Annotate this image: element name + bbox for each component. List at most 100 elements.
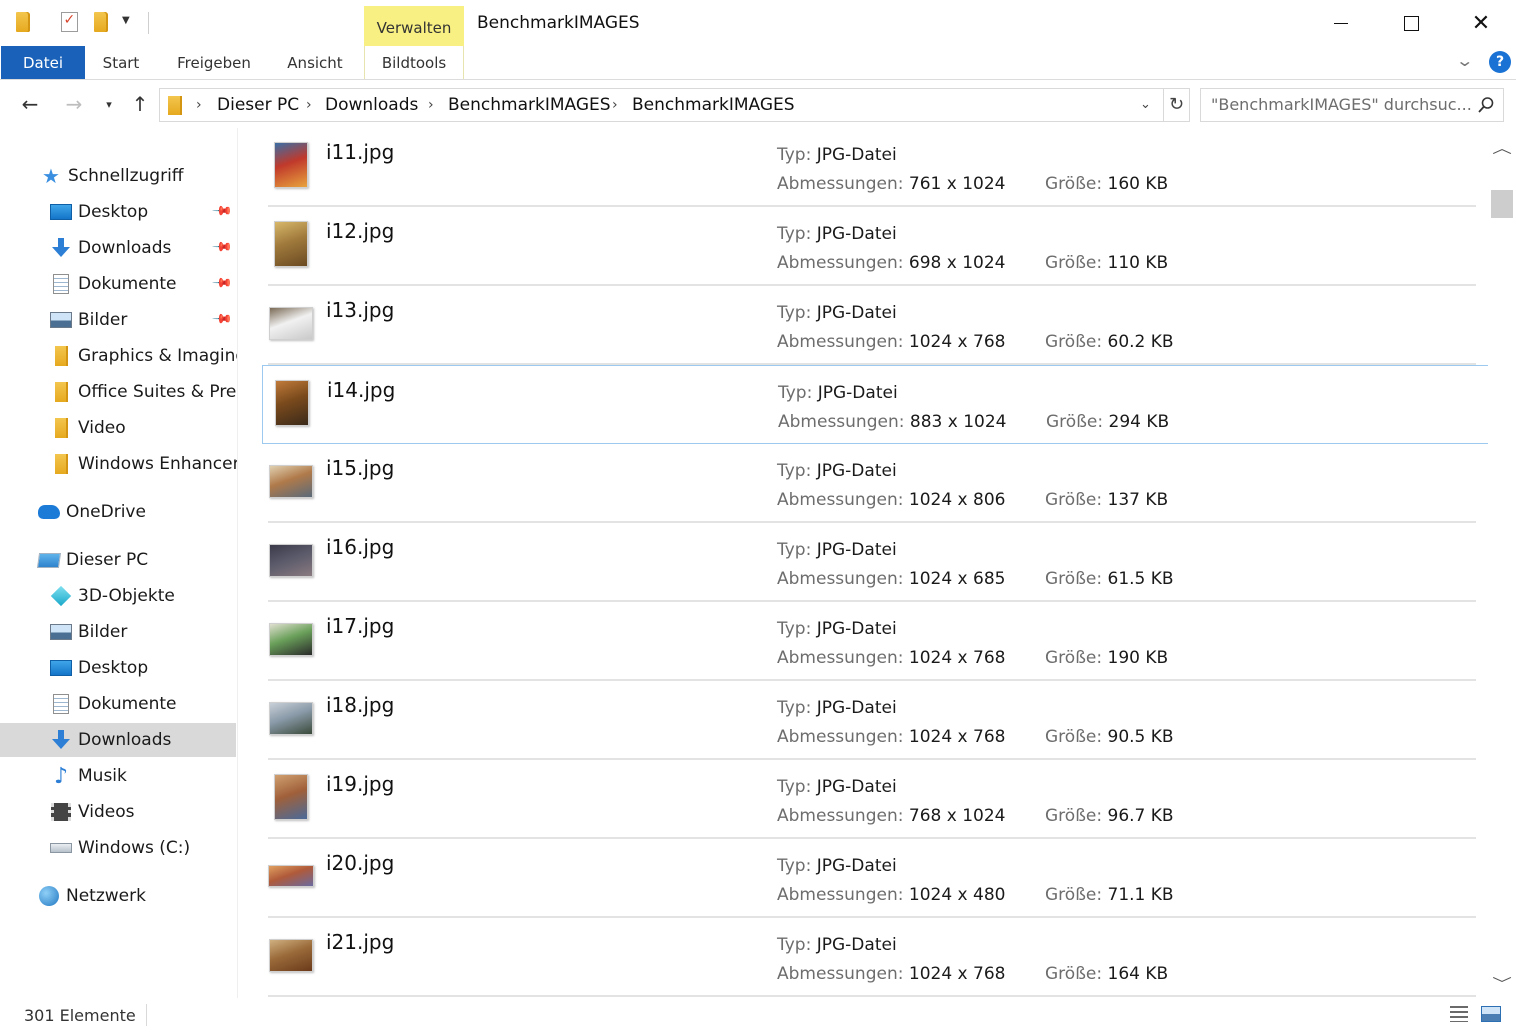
tree-item-this-pc[interactable]: Dieser PC xyxy=(0,543,236,577)
file-thumbnail xyxy=(268,300,314,346)
tree-item-pc-documents[interactable]: Dokumente xyxy=(0,687,236,721)
maximize-button[interactable] xyxy=(1376,0,1446,46)
tree-item-label: Schnellzugriff xyxy=(68,166,184,186)
tree-item-office-suites[interactable]: Office Suites & Pres xyxy=(0,375,237,409)
file-size-label: Größe: xyxy=(1045,806,1103,826)
tree-item-pc-desktop[interactable]: Desktop xyxy=(0,651,236,685)
file-dimensions-value: 1024 x 768 xyxy=(908,727,1006,747)
tree-item-pictures[interactable]: Bilder 📌 xyxy=(0,303,236,337)
file-row[interactable]: i20.jpg Typ: JPG-Datei Abmessungen: 1024 x… xyxy=(262,839,1488,918)
tree-item-pc-downloads[interactable]: Downloads xyxy=(0,723,236,757)
file-row[interactable]: i12.jpg Typ: JPG-Datei Abmessungen: 698 x … xyxy=(262,207,1488,286)
file-dimensions-label: Abmessungen: xyxy=(777,569,904,589)
pin-icon[interactable]: 📌 xyxy=(211,272,233,294)
tree-item-quick-access[interactable]: ★ Schnellzugriff xyxy=(0,159,236,193)
file-name[interactable]: i15.jpg xyxy=(326,456,394,480)
tree-item-network[interactable]: Netzwerk xyxy=(0,879,236,913)
file-thumbnail xyxy=(268,616,314,662)
expand-ribbon-icon[interactable]: ⌄ xyxy=(1455,51,1474,70)
pin-icon[interactable]: 📌 xyxy=(211,200,233,222)
pictures-icon xyxy=(50,621,72,643)
file-name[interactable]: i19.jpg xyxy=(326,772,394,796)
file-row[interactable]: i14.jpg Typ: JPG-Datei Abmessungen: 883 x … xyxy=(262,365,1488,444)
details-view-button[interactable] xyxy=(1447,1002,1471,1026)
tree-item-videos[interactable]: Videos xyxy=(0,795,236,829)
search-icon[interactable] xyxy=(1477,96,1495,114)
back-button[interactable]: ← xyxy=(16,90,44,118)
file-name[interactable]: i21.jpg xyxy=(326,930,394,954)
file-dimensions-label: Abmessungen: xyxy=(777,253,904,273)
breadcrumb-benchmarkimages[interactable]: BenchmarkIMAGES xyxy=(448,89,611,121)
vertical-scrollbar[interactable]: ︿ ﹀ xyxy=(1488,128,1516,998)
address-bar[interactable]: › Dieser PC › Downloads › BenchmarkIMAGE… xyxy=(159,88,1190,122)
file-name[interactable]: i14.jpg xyxy=(327,378,395,402)
tab-file[interactable]: Datei xyxy=(1,46,85,79)
tree-item-graphics-imaging[interactable]: Graphics & Imaging xyxy=(0,339,237,373)
scroll-up-icon[interactable]: ︿ xyxy=(1482,138,1516,162)
tree-item-label: Musik xyxy=(78,766,127,786)
file-name[interactable]: i11.jpg xyxy=(326,140,394,164)
large-icons-view-button[interactable] xyxy=(1479,1002,1503,1026)
tree-item-music[interactable]: ♪ Musik xyxy=(0,759,236,793)
file-dimensions-value: 768 x 1024 xyxy=(908,806,1006,826)
forward-button[interactable]: → xyxy=(60,90,88,118)
file-type-value: JPG-Datei xyxy=(816,935,897,955)
tree-item-documents[interactable]: Dokumente 📌 xyxy=(0,267,236,301)
file-name[interactable]: i13.jpg xyxy=(326,298,394,322)
scroll-down-icon[interactable]: ﹀ xyxy=(1482,974,1516,998)
tab-start[interactable]: Start xyxy=(92,46,150,79)
chevron-right-icon: › xyxy=(428,97,434,113)
file-name[interactable]: i17.jpg xyxy=(326,614,394,638)
tree-item-onedrive[interactable]: OneDrive xyxy=(0,495,236,529)
file-row[interactable]: i21.jpg Typ: JPG-Datei Abmessungen: 1024 x… xyxy=(262,918,1488,997)
file-type-value: JPG-Datei xyxy=(816,619,897,639)
search-input[interactable]: "BenchmarkIMAGES" durchsuc... xyxy=(1200,88,1504,122)
close-button[interactable]: ✕ xyxy=(1446,0,1516,46)
tab-view[interactable]: Ansicht xyxy=(280,46,350,79)
tree-item-3d-objects[interactable]: 3D-Objekte xyxy=(0,579,236,613)
tree-item-pc-pictures[interactable]: Bilder xyxy=(0,615,236,649)
file-row[interactable]: i17.jpg Typ: JPG-Datei Abmessungen: 1024 x… xyxy=(262,602,1488,681)
file-row[interactable]: i18.jpg Typ: JPG-Datei Abmessungen: 1024 x… xyxy=(262,681,1488,760)
help-button[interactable]: ? xyxy=(1489,51,1511,73)
network-icon xyxy=(38,885,60,907)
file-row[interactable]: i11.jpg Typ: JPG-Datei Abmessungen: 761 x … xyxy=(262,128,1488,207)
folder-icon xyxy=(12,11,34,33)
tree-item-label: Videos xyxy=(78,802,135,822)
downloads-icon xyxy=(50,237,72,259)
minimize-button[interactable] xyxy=(1306,0,1376,46)
new-folder-icon[interactable] xyxy=(90,11,112,33)
up-button[interactable]: ↑ xyxy=(126,90,154,118)
file-name[interactable]: i16.jpg xyxy=(326,535,394,559)
pin-icon[interactable]: 📌 xyxy=(211,308,233,330)
quick-access-dropdown-icon[interactable]: ▼ xyxy=(122,15,130,26)
recent-locations-button[interactable]: ▾ xyxy=(100,90,118,118)
file-name[interactable]: i18.jpg xyxy=(326,693,394,717)
file-name[interactable]: i20.jpg xyxy=(326,851,394,875)
file-name[interactable]: i12.jpg xyxy=(326,219,394,243)
file-size-label: Größe: xyxy=(1045,569,1103,589)
file-list: i11.jpg Typ: JPG-Datei Abmessungen: 761 x … xyxy=(238,128,1488,998)
tree-item-desktop[interactable]: Desktop 📌 xyxy=(0,195,236,229)
address-history-dropdown-icon[interactable]: ⌄ xyxy=(1140,89,1151,121)
breadcrumb-this-pc[interactable]: Dieser PC xyxy=(217,89,299,121)
pin-icon[interactable]: 📌 xyxy=(211,236,233,258)
file-row[interactable]: i15.jpg Typ: JPG-Datei Abmessungen: 1024 x… xyxy=(262,444,1488,523)
tree-item-windows-enhancers[interactable]: Windows Enhancers xyxy=(0,447,237,481)
refresh-icon[interactable]: ↻ xyxy=(1163,89,1189,121)
file-row[interactable]: i16.jpg Typ: JPG-Datei Abmessungen: 1024 x… xyxy=(262,523,1488,602)
tree-item-downloads[interactable]: Downloads 📌 xyxy=(0,231,236,265)
tree-item-drive-c[interactable]: Windows (C:) xyxy=(0,831,236,865)
tree-item-video[interactable]: Video xyxy=(0,411,236,445)
file-row[interactable]: i13.jpg Typ: JPG-Datei Abmessungen: 1024 x… xyxy=(262,286,1488,365)
tree-item-label: Bilder xyxy=(78,310,128,330)
breadcrumb-current[interactable]: BenchmarkIMAGES xyxy=(632,89,795,121)
scrollbar-thumb[interactable] xyxy=(1491,190,1513,218)
file-row[interactable]: i19.jpg Typ: JPG-Datei Abmessungen: 768 x … xyxy=(262,760,1488,839)
properties-icon[interactable] xyxy=(58,11,80,33)
tab-picture-tools[interactable]: Bildtools xyxy=(364,46,464,79)
file-type-label: Typ: xyxy=(777,540,812,560)
tab-share[interactable]: Freigeben xyxy=(168,46,260,79)
file-type: Typ: JPG-Datei xyxy=(777,145,897,165)
breadcrumb-downloads[interactable]: Downloads xyxy=(325,89,418,121)
